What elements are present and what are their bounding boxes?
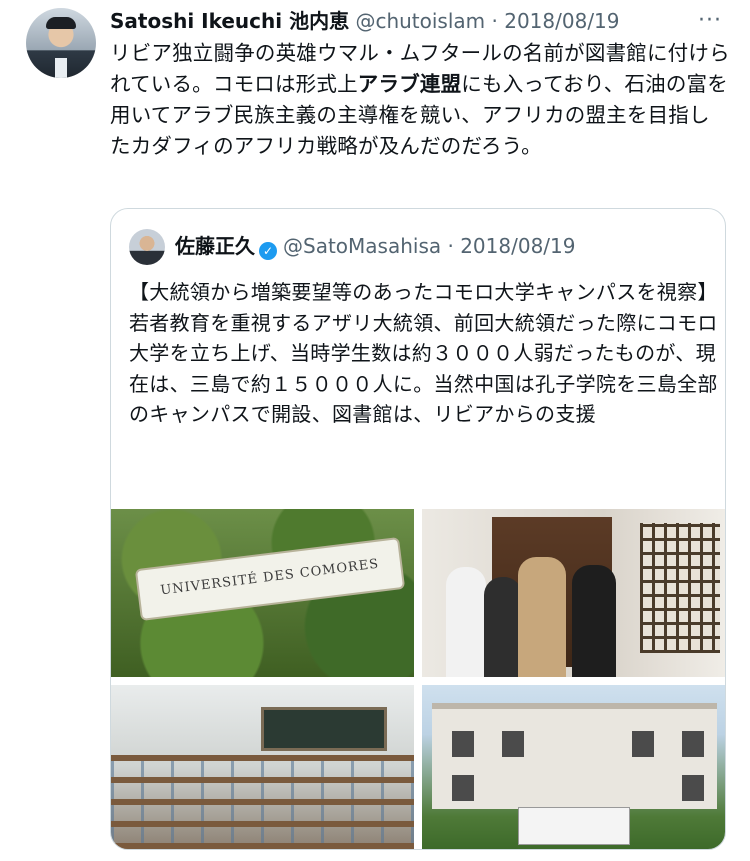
building-window	[452, 731, 474, 757]
building-sign	[518, 807, 630, 845]
building-window	[502, 731, 524, 757]
quoted-media-grid: UNIVERSITÉ DES COMORES	[111, 509, 725, 849]
blackboard	[261, 707, 387, 751]
quoted-author-avatar[interactable]	[129, 229, 165, 265]
quoted-author-handle[interactable]: @SatoMasahisa	[283, 234, 441, 258]
avatar-shirt	[55, 58, 67, 78]
tweet-text-bold: アラブ連盟	[357, 72, 462, 96]
building	[432, 703, 717, 809]
window-grille	[640, 523, 720, 653]
quoted-tweet-text: 【大統領から増築要望等のあったコモロ大学キャンパスを視察】 若者教育を重視するア…	[129, 280, 718, 426]
quoted-tweet-card[interactable]: 佐藤正久 ✓ @SatoMasahisa · 2018/08/19 【大統領から増築…	[110, 208, 726, 850]
building-window	[682, 731, 704, 757]
person	[518, 557, 566, 677]
verified-badge-icon: ✓	[259, 242, 277, 260]
tweet-text: リビア独立闘争の英雄ウマル・ムフタールの名前が図書館に付けられている。コモロは形…	[110, 38, 730, 162]
author-handle[interactable]: @chutoislam	[355, 9, 485, 33]
quoted-author-name[interactable]: 佐藤正久	[175, 234, 255, 258]
person	[484, 577, 522, 677]
classroom-photo[interactable]	[111, 685, 414, 849]
avatar-hair	[46, 17, 76, 29]
person	[446, 567, 486, 677]
person	[572, 565, 616, 677]
library-entrance-photo[interactable]	[422, 509, 725, 677]
author-name[interactable]: Satoshi Ikeuchi 池内恵	[110, 9, 349, 33]
campus-building-photo[interactable]	[422, 685, 725, 849]
desks	[111, 755, 414, 849]
university-sign-photo[interactable]: UNIVERSITÉ DES COMORES	[111, 509, 414, 677]
quoted-header-separator: ·	[447, 234, 454, 258]
more-options-icon[interactable]: ···	[698, 6, 722, 36]
tweet-date[interactable]: 2018/08/19	[504, 9, 619, 33]
building-window	[632, 731, 654, 757]
quoted-tweet-date[interactable]: 2018/08/19	[460, 234, 575, 258]
tweet-header: Satoshi Ikeuchi 池内恵 @chutoislam · 2018/0…	[110, 6, 730, 36]
author-avatar[interactable]	[26, 8, 96, 78]
building-window	[682, 775, 704, 801]
header-separator: ·	[491, 9, 498, 33]
quoted-tweet-header: 佐藤正久 ✓ @SatoMasahisa · 2018/08/19	[175, 231, 575, 261]
university-sign: UNIVERSITÉ DES COMORES	[134, 536, 406, 622]
building-window	[452, 775, 474, 801]
